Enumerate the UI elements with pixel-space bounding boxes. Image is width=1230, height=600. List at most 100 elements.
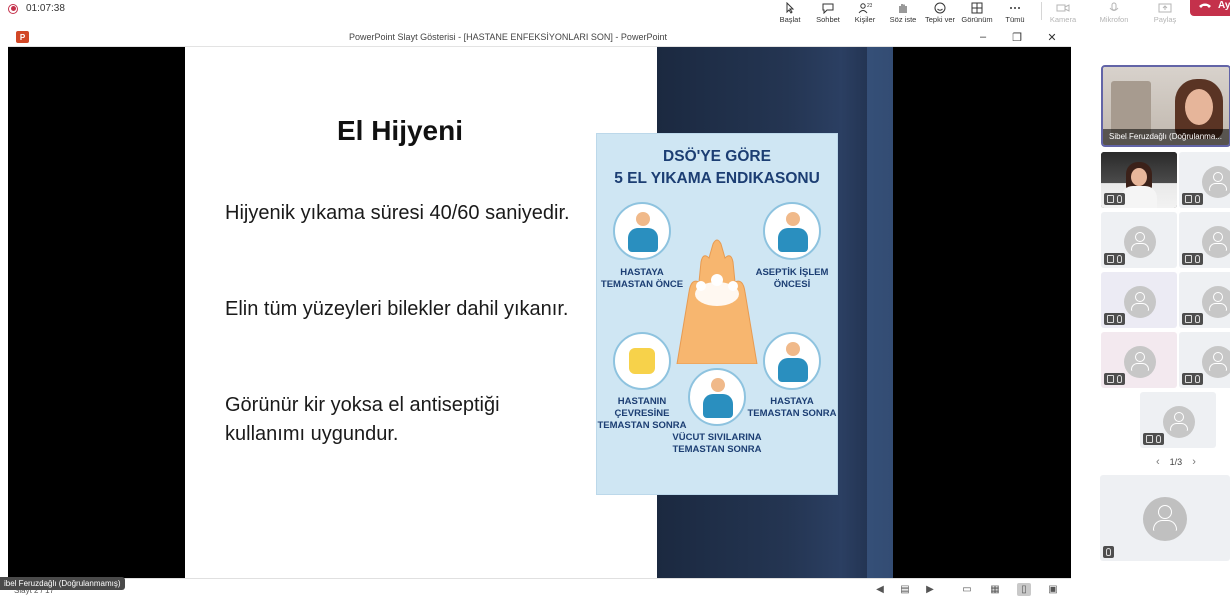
phone-icon [1199, 3, 1211, 8]
slide-bullet: Görünür kir yoksa el antiseptiği kullanı… [225, 394, 500, 445]
restore-button[interactable]: ❐ [1005, 29, 1029, 45]
participant-tile[interactable] [1179, 152, 1230, 208]
poster-title-line1: DSÖ'YE GÖRE [663, 148, 771, 165]
mic-muted-badge [1143, 433, 1164, 445]
active-speaker-video[interactable]: Sibel Feruzdağlı (Doğrulanma... [1101, 65, 1230, 147]
glove-icon [613, 332, 671, 390]
microphone-icon [1109, 2, 1119, 11]
camera-icon [1056, 4, 1070, 12]
svg-text:23: 23 [867, 3, 872, 9]
mic-muted-badge [1182, 253, 1203, 265]
normal-view-button[interactable]: ▭ [960, 583, 974, 596]
avatar [1202, 166, 1230, 198]
participant-tile[interactable] [1101, 332, 1177, 388]
slide[interactable]: El Hijyeni Hijyenik yıkama süresi 40/60 … [185, 47, 893, 578]
poster-label: HASTANIN ÇEVRESİNE TEMASTAN SONRA [597, 396, 687, 431]
next-slide-button[interactable]: ▶ [923, 583, 937, 596]
aseptic-procedure-icon [763, 202, 821, 260]
start-button[interactable]: Başlat [770, 0, 810, 24]
after-patient-contact-icon [763, 332, 821, 390]
mic-muted-badge [1104, 253, 1125, 265]
menu-icon: ▤ [900, 584, 910, 595]
ppt-window-titlebar: P PowerPoint Slayt Gösterisi - [HASTANE … [8, 28, 1071, 47]
share-button[interactable]: Paylaş [1145, 0, 1185, 24]
slideshow-icon: ▣ [1048, 584, 1058, 595]
minimize-icon: – [979, 31, 987, 43]
close-icon: ✕ [1047, 31, 1057, 44]
mic-muted-badge [1104, 193, 1125, 205]
previous-slide-button[interactable]: ◀ [873, 583, 887, 596]
presenter-name-tag: ibel Feruzdağlı (Doğrulanmamış) [0, 577, 125, 590]
slide-sorter-button[interactable]: ▦ [988, 583, 1002, 596]
reading-view-icon: ▯ [1021, 584, 1027, 595]
avatar [1163, 406, 1195, 438]
avatar [1202, 286, 1230, 318]
avatar [1124, 286, 1156, 318]
poster-label: VÜCUT SIVILARINA TEMASTAN SONRA [672, 432, 762, 455]
people-button[interactable]: 23 Kişiler [845, 0, 885, 24]
camera-button[interactable]: Kamera [1043, 0, 1083, 24]
ppt-status-bar: Slayt 2 / 17 ◀ ▤ ▶ ▭ ▦ ▯ ▣ [0, 578, 1071, 600]
participant-tile[interactable] [1179, 212, 1230, 268]
chevron-left-icon[interactable]: ‹ [1156, 456, 1160, 468]
toolbar-divider [1041, 2, 1042, 20]
speaker-name: Sibel Feruzdağlı (Doğrulanma... [1103, 129, 1229, 145]
react-button[interactable]: Tepki ver [920, 0, 960, 24]
leave-button[interactable]: Ay [1190, 0, 1230, 16]
raise-hand-button[interactable]: Söz iste [883, 0, 923, 24]
mic-muted-badge [1103, 546, 1114, 558]
recording-time: 01:07:38 [26, 3, 65, 14]
poster-label: HASTAYA TEMASTAN SONRA [747, 396, 837, 419]
slide-menu-button[interactable]: ▤ [898, 583, 912, 596]
people-icon: 23 [858, 3, 872, 14]
minimize-button[interactable]: – [971, 29, 995, 45]
more-icon [1010, 7, 1020, 9]
avatar [1202, 226, 1230, 258]
emoji-icon [934, 2, 946, 14]
avatar [1124, 226, 1156, 258]
slide-bullet: Hijyenik yıkama süresi 40/60 saniyedir. [225, 202, 570, 224]
normal-view-icon: ▭ [962, 584, 972, 595]
pointer-icon [786, 2, 795, 14]
slideshow-view-button[interactable]: ▣ [1046, 583, 1060, 596]
slide-title: El Hijyeni [336, 115, 464, 146]
restore-icon: ❐ [1012, 31, 1022, 44]
hand-hygiene-poster: DSÖ'YE GÖRE 5 EL YIKAMA ENDIKASONU HASTA… [596, 133, 838, 495]
grid-icon [971, 2, 983, 14]
slide-bullet: Elin tüm yüzeyleri bilekler dahil yıkanı… [225, 298, 569, 320]
chevron-right-icon[interactable]: › [1192, 456, 1196, 468]
participant-tile[interactable] [1101, 152, 1177, 208]
body-fluids-icon [688, 368, 746, 426]
avatar [1202, 346, 1230, 378]
washing-hands-icon [676, 239, 758, 364]
view-button[interactable]: Görünüm [957, 0, 997, 24]
recording-indicator: 01:07:38 [8, 3, 65, 14]
arrow-right-icon: ▶ [926, 584, 934, 595]
slideshow-stage[interactable]: El Hijyeni Hijyenik yıkama süresi 40/60 … [8, 47, 1071, 578]
microphone-button[interactable]: Mikrofon [1094, 0, 1134, 24]
self-view-tile[interactable] [1100, 475, 1230, 561]
chat-button[interactable]: Sohbet [808, 0, 848, 24]
page-indicator: 1/3 [1169, 457, 1183, 467]
reading-view-button[interactable]: ▯ [1017, 583, 1031, 596]
avatar [1143, 497, 1187, 541]
arrow-left-icon: ◀ [876, 584, 884, 595]
mic-muted-badge [1182, 193, 1203, 205]
close-button[interactable]: ✕ [1040, 29, 1064, 45]
avatar [1124, 346, 1156, 378]
mic-muted-badge [1182, 373, 1203, 385]
record-icon [8, 3, 18, 14]
nurse-patient-icon [613, 202, 671, 260]
mic-muted-badge [1182, 313, 1203, 325]
hand-icon [899, 4, 907, 13]
slide-sorter-icon: ▦ [990, 584, 1000, 595]
mic-muted-badge [1104, 373, 1125, 385]
participant-tile[interactable] [1101, 212, 1177, 268]
participant-tile[interactable] [1101, 272, 1177, 328]
mic-muted-badge [1104, 313, 1125, 325]
more-button[interactable]: Tümü [995, 0, 1035, 24]
participant-tile[interactable] [1140, 392, 1216, 448]
participant-tile[interactable] [1179, 332, 1230, 388]
participant-tile[interactable] [1179, 272, 1230, 328]
chat-icon [822, 3, 834, 14]
